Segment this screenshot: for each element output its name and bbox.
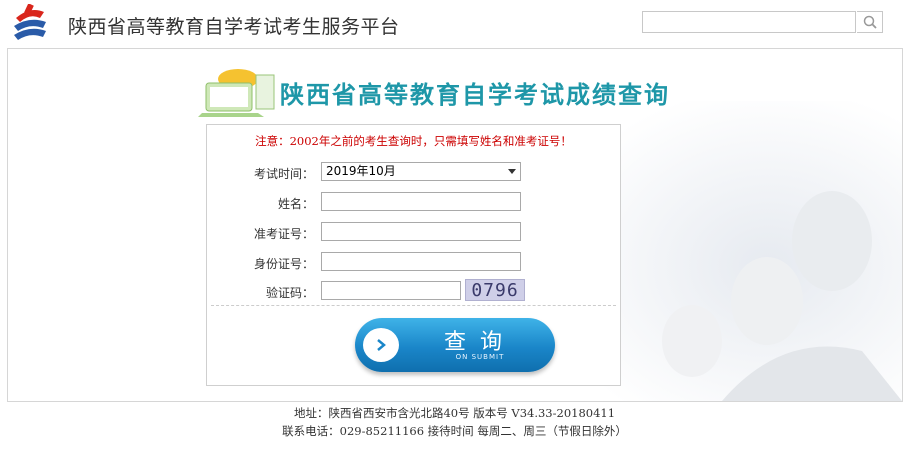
exam-time-value: 2019年10月: [326, 164, 396, 178]
name-row: 姓名：: [207, 192, 620, 214]
notice-text: 注意：2002年之前的考生查询时，只需填写姓名和准考证号！: [255, 134, 572, 148]
submit-sub-label: ON SUBMIT: [455, 353, 505, 361]
arrow-right-icon: [363, 328, 399, 362]
chevron-down-icon: [508, 168, 516, 174]
captcha-label: 验证码：: [265, 286, 314, 300]
idcard-row: 身份证号：: [207, 252, 620, 274]
captcha-input[interactable]: [321, 281, 461, 300]
site-title: 陕西省高等教育自学考试考生服务平台: [68, 16, 400, 38]
exam-time-select[interactable]: 2019年10月: [321, 162, 521, 181]
query-form: 注意：2002年之前的考生查询时，只需填写姓名和准考证号！ 考试时间： 2019…: [206, 124, 621, 386]
search-input[interactable]: [642, 11, 856, 33]
submit-label: 查询: [443, 330, 516, 355]
captcha-image[interactable]: 0796: [465, 279, 525, 301]
main-panel: 陕西省高等教育自学考试成绩查询 注意：2002年之前的考生查询时，只需填写姓名和…: [7, 48, 903, 402]
ticket-number-input[interactable]: [321, 222, 521, 241]
idcard-input[interactable]: [321, 252, 521, 271]
search-button[interactable]: [857, 11, 883, 33]
name-label: 姓名：: [277, 197, 314, 211]
footer-contact: 联系电话：029-85211166 接待时间 每周二、周三（节假日除外）: [282, 424, 627, 438]
exam-time-row: 考试时间： 2019年10月: [207, 162, 620, 184]
footer-address: 地址：陕西省西安市含光北路40号 版本号 V34.33-20180411: [293, 406, 616, 420]
exam-logo-icon: [14, 4, 46, 40]
page-title: 陕西省高等教育自学考试成绩查询: [280, 80, 670, 109]
idcard-label: 身份证号：: [253, 257, 314, 271]
ticket-label: 准考证号：: [253, 227, 314, 241]
header: 陕西省高等教育自学考试考生服务平台: [0, 0, 909, 48]
ticket-row: 准考证号：: [207, 222, 620, 244]
computer-query-icon: [198, 69, 275, 117]
captcha-row: 验证码： 0796: [207, 279, 620, 303]
submit-button[interactable]: 查询 ON SUBMIT: [355, 318, 555, 372]
search-icon: [863, 15, 877, 29]
exam-time-label: 考试时间：: [253, 167, 314, 181]
footer: 地址：陕西省西安市含光北路40号 版本号 V34.33-20180411 联系电…: [0, 404, 909, 440]
divider: [211, 305, 616, 306]
name-input[interactable]: [321, 192, 521, 211]
